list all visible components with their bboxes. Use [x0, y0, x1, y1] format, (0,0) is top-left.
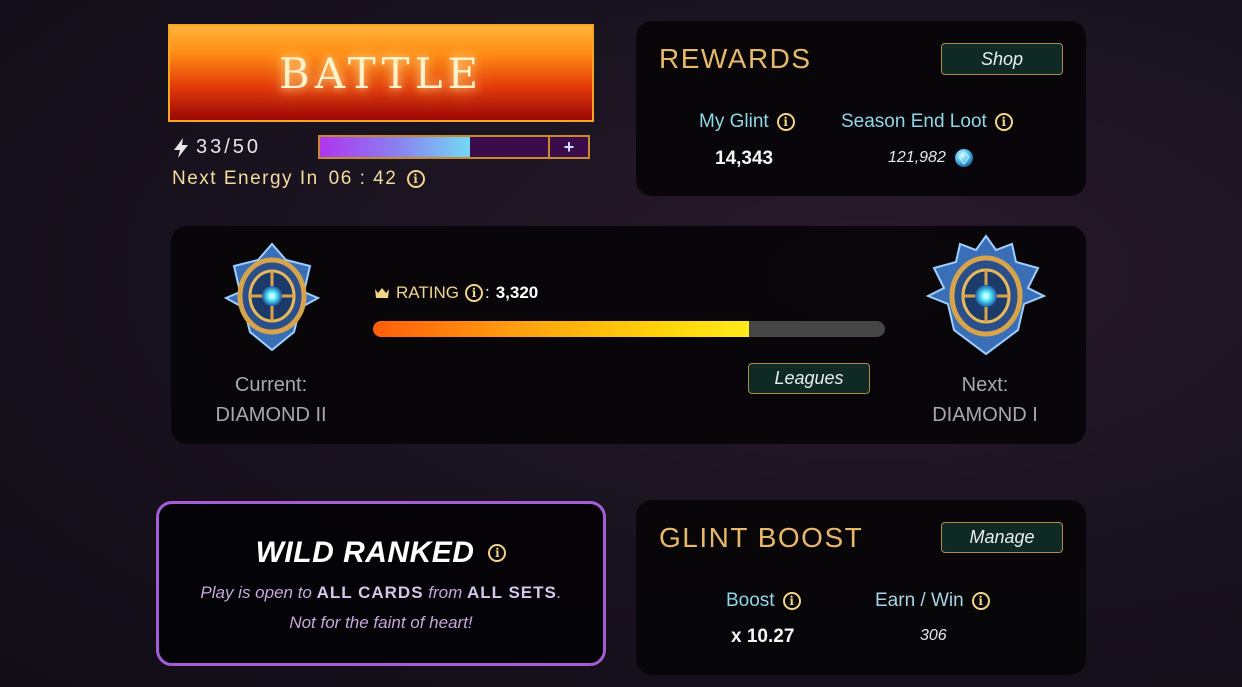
- wild-desc-text: Play is open to: [200, 583, 317, 602]
- rewards-title: REWARDS: [659, 43, 812, 74]
- boost-label: Boost i: [726, 590, 801, 612]
- info-icon[interactable]: i: [971, 592, 990, 610]
- boost-value: x 10.27: [731, 626, 795, 647]
- next-league-label: Next:: [961, 374, 1009, 396]
- wild-desc-text: from: [423, 583, 467, 602]
- rating-separator: :: [484, 283, 490, 302]
- boost-text: Boost: [726, 590, 775, 611]
- earn-per-win-text: Earn / Win: [875, 590, 964, 611]
- info-icon[interactable]: i: [464, 284, 483, 302]
- next-energy-timer: Next Energy In 06 : 42 i: [172, 168, 426, 190]
- earn-per-win-value: 306: [920, 627, 947, 644]
- info-icon[interactable]: i: [994, 113, 1013, 131]
- next-energy-label: Next Energy In: [172, 168, 319, 189]
- info-icon[interactable]: i: [488, 544, 507, 562]
- wild-desc-emph: ALL CARDS: [316, 583, 424, 602]
- my-glint-value: 14,343: [715, 148, 774, 169]
- rating-text: RATING: [396, 283, 459, 302]
- current-league-label: Current:: [234, 374, 308, 396]
- energy-track: [320, 137, 550, 157]
- my-glint-text: My Glint: [699, 111, 769, 132]
- info-icon[interactable]: i: [782, 592, 801, 610]
- earn-per-win-label: Earn / Win i: [875, 590, 990, 612]
- diamond-league-badge-icon: [223, 242, 321, 352]
- wild-ranked-title: WILD RANKED: [255, 536, 475, 569]
- buy-energy-button[interactable]: +: [550, 137, 588, 157]
- info-icon[interactable]: i: [407, 170, 426, 188]
- diamond-league-badge-icon: [926, 234, 1046, 356]
- wild-ranked-description: Play is open to ALL CARDS from ALL SETS.: [159, 583, 603, 603]
- season-loot-label: Season End Loot i: [841, 111, 1013, 133]
- season-loot-value: 121,982: [888, 149, 946, 166]
- energy-value: 33/50: [196, 136, 262, 158]
- rewards-panel: REWARDS Shop My Glint i 14,343 Season En…: [636, 21, 1086, 196]
- next-league-name: DIAMOND I: [932, 404, 1038, 426]
- energy-counter: 33/50: [172, 136, 261, 159]
- wild-desc-emph: ALL SETS: [467, 583, 557, 602]
- crown-icon: [375, 288, 389, 298]
- leagues-button[interactable]: Leagues: [748, 363, 870, 394]
- wild-ranked-panel[interactable]: WILD RANKED i Play is open to ALL CARDS …: [156, 501, 606, 666]
- energy-fill: [320, 137, 471, 157]
- season-loot-row: 121,982: [888, 148, 974, 168]
- wild-ranked-tagline: Not for the faint of heart!: [289, 613, 473, 632]
- season-loot-text: Season End Loot: [841, 111, 987, 132]
- info-icon[interactable]: i: [776, 113, 795, 131]
- rating-label: RATING i : 3,320: [374, 283, 538, 303]
- rating-progress-bar: [373, 321, 885, 337]
- next-league: Next: DIAMOND I: [885, 370, 1085, 430]
- wild-desc-text: .: [556, 583, 562, 602]
- current-league-name: DIAMOND II: [215, 404, 327, 426]
- energy-bar: +: [318, 135, 590, 159]
- battle-button[interactable]: BATTLE: [168, 24, 594, 122]
- lightning-bolt-icon: [174, 137, 188, 158]
- next-energy-time: 06 : 42: [328, 168, 398, 189]
- battle-label: BATTLE: [278, 48, 484, 98]
- glint-boost-title: GLINT BOOST: [659, 522, 864, 553]
- current-league: Current: DIAMOND II: [171, 370, 371, 430]
- rating-progress-fill: [373, 321, 750, 337]
- shop-button[interactable]: Shop: [941, 43, 1063, 75]
- wild-ranked-heading: WILD RANKED i: [159, 536, 603, 570]
- rating-value: 3,320: [495, 283, 539, 302]
- glint-boost-panel: GLINT BOOST Manage Boost i x 10.27 Earn …: [636, 500, 1086, 675]
- my-glint-label: My Glint i: [699, 111, 795, 133]
- manage-button[interactable]: Manage: [941, 522, 1063, 553]
- glint-gem-icon: [954, 149, 973, 167]
